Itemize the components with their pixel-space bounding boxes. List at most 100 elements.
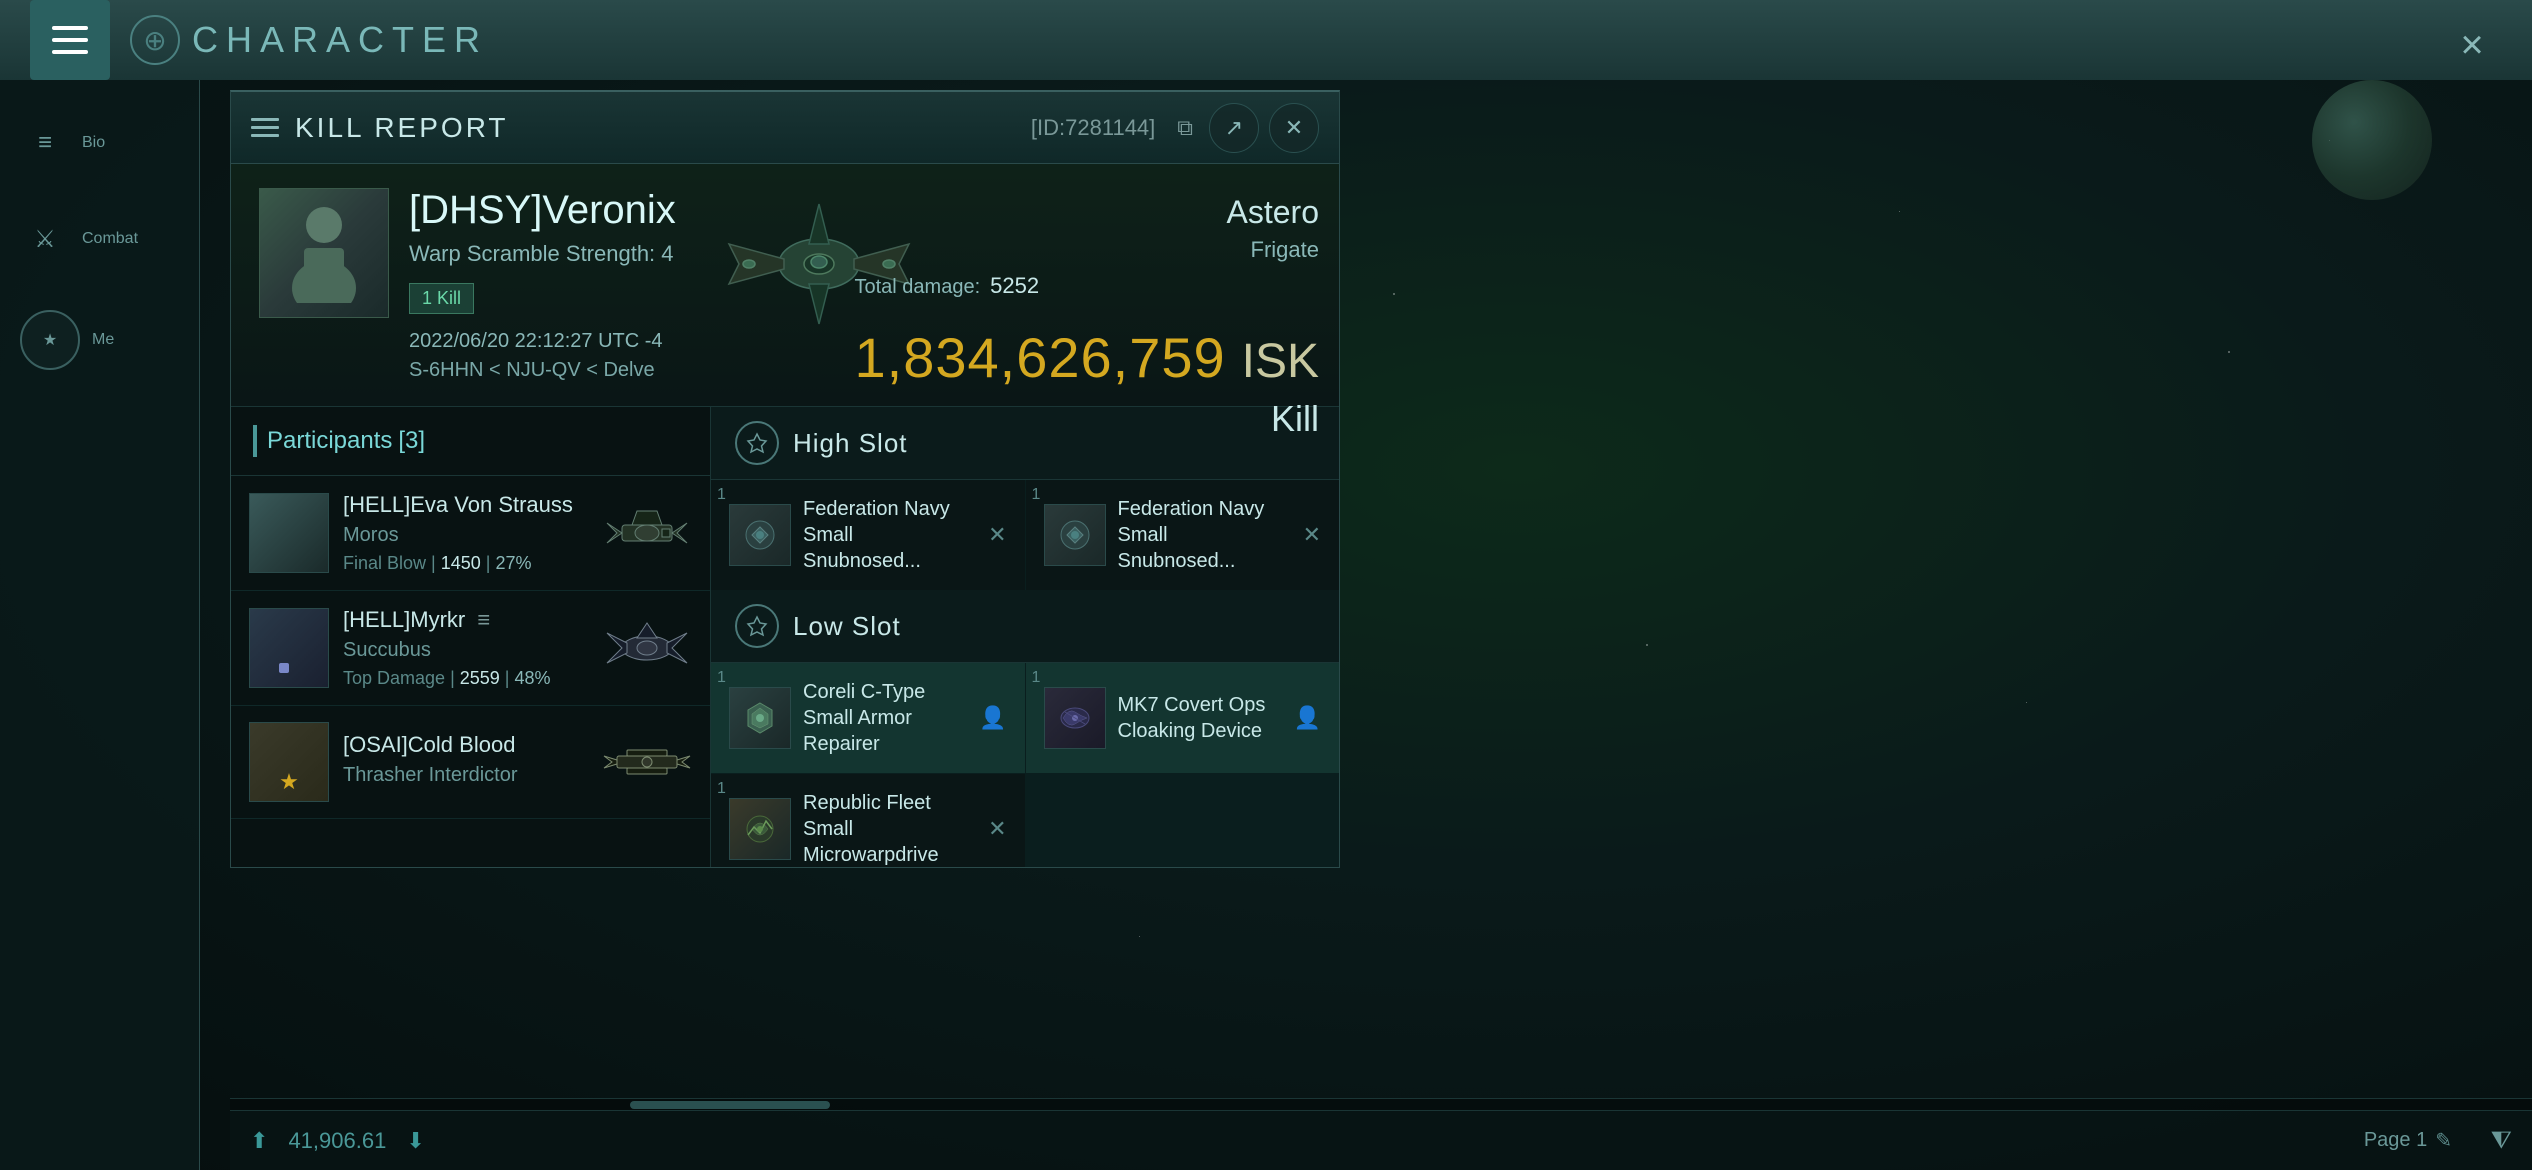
kill-report-window: KILL REPORT [ID:7281144] ⧉ ↗ ✕ (230, 90, 1340, 868)
participant-item[interactable]: [HELL]Eva Von Strauss Moros Final Blow |… (231, 476, 710, 591)
module-number: 1 (717, 780, 726, 798)
module-icon-mwd (729, 798, 791, 860)
participant-name-2: [HELL]Myrkr ≡ (343, 607, 588, 633)
module-name-cloak: MK7 Covert Ops Cloaking Device (1118, 692, 1282, 744)
avatar-img-1 (250, 494, 328, 572)
destroy-icon-mwd[interactable]: ✕ (988, 816, 1006, 842)
kill-info-banner: [DHSY]Veronix Warp Scramble Strength: 4 … (231, 164, 1339, 407)
low-slot-modules: 1 Coreli C-Type Small Armor Repairer 👤 (711, 663, 1339, 867)
module-item[interactable]: 1 Federation Navy Small Snubnosed... ✕ (711, 480, 1025, 590)
scroll-track (230, 1098, 2532, 1110)
participants-header: Participants [3] (231, 407, 710, 476)
close-app-button[interactable]: × (2442, 15, 2502, 75)
kill-report-menu-icon[interactable] (251, 118, 279, 137)
module-number: 1 (717, 486, 726, 504)
sidebar-item-bio[interactable]: ≡ Bio (0, 100, 199, 186)
sidebar-item-combat[interactable]: ⚔ Combat (0, 196, 199, 282)
me-icon: ★ (20, 310, 80, 370)
external-icon: ↗ (1225, 115, 1243, 141)
participant-info-3: [OSAI]Cold Blood Thrasher Interdictor (343, 732, 588, 793)
kill-type-label: Kill (855, 398, 1320, 440)
module-item[interactable]: 1 Coreli C-Type Small Armor Repairer 👤 (711, 663, 1025, 773)
sidebar-label-me: Me (92, 331, 114, 349)
app-title: CHARACTER (192, 19, 488, 61)
avatar-placeholder (260, 189, 388, 317)
module-number: 1 (1032, 486, 1041, 504)
low-slot-icon (735, 604, 779, 648)
balance-arrow-up: ⬆ (250, 1128, 268, 1154)
isk-value: 1,834,626,759 (855, 325, 1226, 390)
destroy-icon-1[interactable]: ✕ (988, 522, 1006, 548)
participant-ship-3: Thrasher Interdictor (343, 764, 588, 787)
kill-stats: Astero Frigate Total damage: 5252 1,834,… (855, 194, 1320, 440)
low-slot-header: Low Slot (711, 590, 1339, 663)
combat-icon: ⚔ (20, 214, 70, 264)
top-bar: ⊕ CHARACTER × (0, 0, 2532, 80)
avatar-img-2 (250, 609, 328, 687)
app-logo: ⊕ CHARACTER (130, 15, 488, 65)
external-link-button[interactable]: ↗ (1209, 103, 1259, 153)
participants-count: [3] (398, 427, 425, 455)
module-icon-cloak (1044, 687, 1106, 749)
filter-icon: ⧨ (2491, 1127, 2512, 1154)
modules-panel: High Slot 1 Federa (711, 407, 1339, 867)
kill-report-title: KILL REPORT (295, 112, 1015, 144)
kill-content: Participants [3] [HELL]Eva Von Strauss M… (231, 407, 1339, 867)
filter-button[interactable]: ⧨ (2491, 1127, 2512, 1155)
person-icon-cloak: 👤 (1294, 705, 1321, 731)
participant-stats-1: Final Blow | 1450 | 27% (343, 553, 588, 574)
kill-count-badge: 1 Kill (409, 283, 474, 314)
balance-display: 41,906.61 (288, 1128, 386, 1154)
page-indicator: Page 1 ✎ (2364, 1128, 2452, 1153)
sidebar-label-combat: Combat (82, 230, 138, 248)
avatar-img-3: ★ (250, 723, 328, 801)
module-item[interactable]: 1 Republic Fleet Small Microwarpdrive (711, 774, 1025, 867)
person-icon-armor: 👤 (979, 705, 1006, 731)
module-name-1: Federation Navy Small Snubnosed... (803, 496, 976, 574)
sidebar: ≡ Bio ⚔ Combat ★ Me (0, 80, 200, 1170)
participants-panel: Participants [3] [HELL]Eva Von Strauss M… (231, 407, 711, 867)
bio-icon: ≡ (20, 118, 70, 168)
damage-value: 5252 (990, 273, 1039, 299)
destroy-icon-2[interactable]: ✕ (1303, 522, 1321, 548)
planet-decoration (2312, 80, 2432, 200)
isk-label: ISK (1242, 334, 1319, 389)
balance-arrow-down: ⬇ (406, 1128, 424, 1154)
participant-ship-1: Moros (343, 524, 588, 547)
participant-item[interactable]: [HELL]Myrkr ≡ Succubus Top Damage | 2559… (231, 591, 710, 706)
participant-info-2: [HELL]Myrkr ≡ Succubus Top Damage | 2559… (343, 607, 588, 689)
participant-item[interactable]: ★ [OSAI]Cold Blood Thrasher Interdictor (231, 706, 710, 819)
participant-name-3: [OSAI]Cold Blood (343, 732, 588, 758)
close-report-button[interactable]: ✕ (1269, 103, 1319, 153)
high-slot-modules: 1 Federation Navy Small Snubnosed... ✕ (711, 480, 1339, 590)
kill-report-actions: ↗ ✕ (1209, 103, 1319, 153)
participant-name-1: [HELL]Eva Von Strauss (343, 492, 588, 518)
module-name-2: Federation Navy Small Snubnosed... (1118, 496, 1291, 574)
sidebar-label-bio: Bio (82, 134, 105, 152)
module-icon-armor (729, 687, 791, 749)
module-item[interactable]: 1 MK7 Covert Ops Cloaking Device � (1026, 663, 1340, 773)
participant-avatar-1 (249, 493, 329, 573)
ship-name: Astero (855, 194, 1320, 231)
participant-stats-2: Top Damage | 2559 | 48% (343, 668, 588, 689)
high-slot-icon (735, 421, 779, 465)
module-number: 1 (717, 669, 726, 687)
isk-row: 1,834,626,759 ISK (855, 325, 1320, 390)
module-icon-1 (729, 504, 791, 566)
module-icon-2 (1044, 504, 1106, 566)
module-name-armor: Coreli C-Type Small Armor Repairer (803, 679, 967, 757)
kill-report-header: KILL REPORT [ID:7281144] ⧉ ↗ ✕ (231, 92, 1339, 164)
hamburger-icon (52, 26, 88, 54)
participants-title: Participants (267, 427, 392, 455)
scroll-thumb[interactable] (630, 1101, 830, 1109)
page-edit-icon[interactable]: ✎ (2435, 1128, 2452, 1153)
module-name-mwd: Republic Fleet Small Microwarpdrive (803, 790, 976, 867)
sidebar-item-me[interactable]: ★ Me (0, 292, 199, 388)
participant-avatar-3: ★ (249, 722, 329, 802)
main-menu-button[interactable] (30, 0, 110, 80)
star-badge: ★ (279, 769, 299, 795)
module-item[interactable]: 1 Federation Navy Small Snubnosed... ✕ (1026, 480, 1340, 590)
kill-report-id: [ID:7281144] (1031, 115, 1155, 141)
kill-report-copy-icon[interactable]: ⧉ (1177, 115, 1193, 141)
participant-avatar-2 (249, 608, 329, 688)
